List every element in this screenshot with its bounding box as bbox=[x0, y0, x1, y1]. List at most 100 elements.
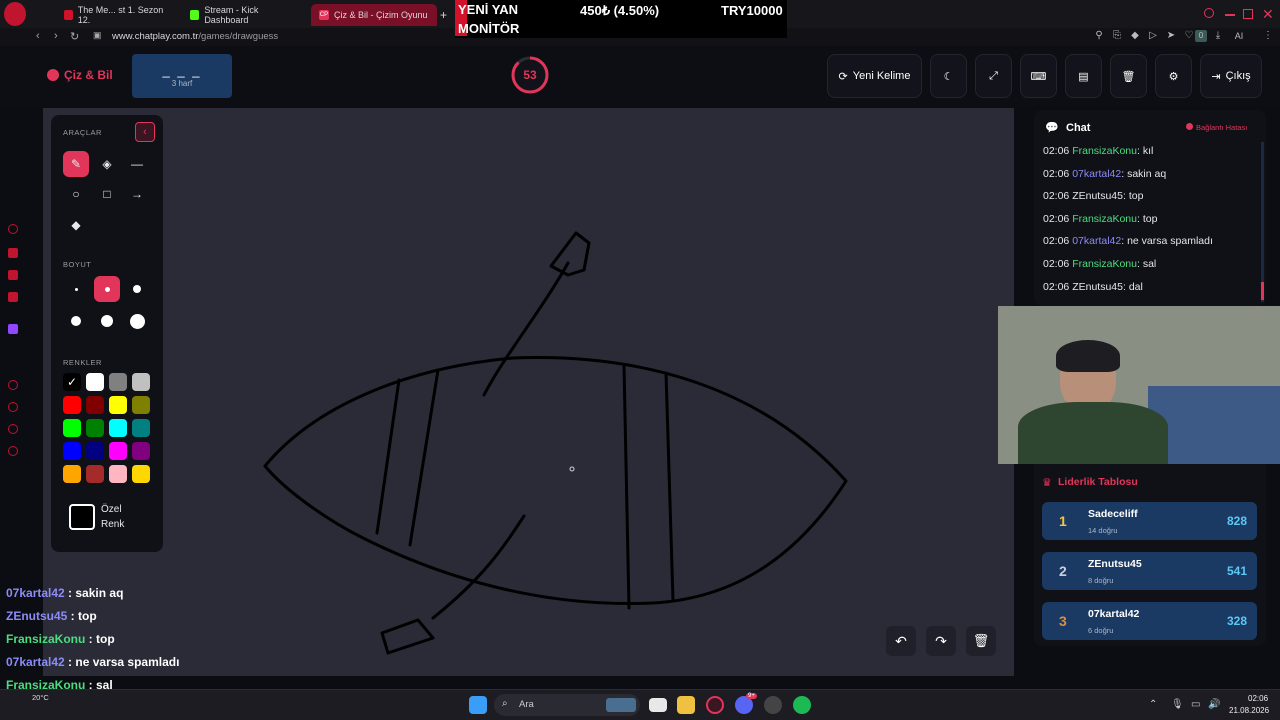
color-swatch[interactable] bbox=[132, 396, 150, 414]
color-swatch[interactable]: ✓ bbox=[63, 373, 81, 391]
size-1[interactable] bbox=[63, 276, 89, 302]
size-4[interactable] bbox=[63, 308, 89, 334]
sidebar-icon-3[interactable] bbox=[8, 270, 18, 280]
sidebar-icon-6[interactable] bbox=[8, 380, 18, 390]
search-tabs-icon[interactable] bbox=[1204, 8, 1214, 18]
clock-date[interactable]: 21.08.2026 bbox=[1229, 706, 1269, 715]
chat-username[interactable]: 07kartal42 bbox=[1072, 168, 1121, 180]
sidebar-icon-8[interactable] bbox=[8, 424, 18, 434]
ai-button[interactable]: AI bbox=[1228, 30, 1250, 42]
brush-tool[interactable]: ✎ bbox=[63, 151, 89, 177]
archive-button[interactable]: ▤ bbox=[1065, 54, 1102, 98]
color-swatch[interactable] bbox=[86, 373, 104, 391]
new-word-button[interactable]: ⟳ Yeni Kelime bbox=[827, 54, 922, 98]
twitch-icon[interactable] bbox=[8, 324, 18, 334]
chat-username[interactable]: FransizaKonu bbox=[1072, 213, 1137, 225]
fill-tool[interactable]: ◆ bbox=[63, 212, 89, 238]
screenshot-icon[interactable]: ⎘ bbox=[1111, 30, 1123, 42]
opera-icon[interactable] bbox=[706, 696, 724, 714]
color-swatch[interactable] bbox=[86, 396, 104, 414]
sidebar-icon-1[interactable] bbox=[8, 224, 18, 234]
color-swatch[interactable] bbox=[86, 419, 104, 437]
color-swatch[interactable] bbox=[63, 465, 81, 483]
reload-icon[interactable]: ↻ bbox=[70, 30, 79, 43]
heart-icon[interactable]: ♡ bbox=[1183, 30, 1195, 42]
taskbar-search[interactable]: ⌕ Ara bbox=[494, 694, 640, 716]
download-icon[interactable]: ⤓ bbox=[1212, 30, 1224, 42]
sidebar-icon-2[interactable] bbox=[8, 248, 18, 258]
chat-scroll-thumb[interactable] bbox=[1261, 282, 1264, 300]
tab-series[interactable]: The Me... st 1. Sezon 12. bbox=[56, 4, 174, 26]
network-icon[interactable]: ▭ bbox=[1191, 699, 1200, 710]
color-swatch[interactable] bbox=[63, 419, 81, 437]
color-swatch[interactable] bbox=[109, 442, 127, 460]
keyboard-button[interactable]: ⌨ bbox=[1020, 54, 1057, 98]
eraser-tool[interactable]: ◈ bbox=[94, 151, 120, 177]
play-icon[interactable]: ▷ bbox=[1147, 30, 1159, 42]
color-swatch[interactable] bbox=[86, 442, 104, 460]
obs-icon[interactable] bbox=[764, 696, 782, 714]
chat-username[interactable]: FransizaKonu bbox=[1072, 258, 1137, 270]
undo-button[interactable]: ↶ bbox=[886, 626, 916, 656]
color-swatch[interactable] bbox=[132, 465, 150, 483]
tab-kick-dashboard[interactable]: Stream - Kick Dashboard bbox=[182, 4, 306, 26]
settings-button[interactable]: ⚙ bbox=[1155, 54, 1192, 98]
extension-icon[interactable]: ⚲ bbox=[1093, 30, 1105, 42]
volume-icon[interactable]: 🔊 bbox=[1208, 699, 1220, 710]
menu-icon[interactable]: ⋮ bbox=[1262, 30, 1274, 42]
back-icon[interactable]: ‹ bbox=[36, 30, 40, 42]
color-swatch[interactable] bbox=[63, 442, 81, 460]
sidebar-icon-9[interactable] bbox=[8, 446, 18, 456]
microphone-icon[interactable]: 🎙 bbox=[1171, 699, 1184, 710]
new-tab-button[interactable]: + bbox=[437, 4, 453, 26]
forward-icon[interactable]: › bbox=[54, 30, 58, 42]
minimize-icon[interactable] bbox=[1225, 14, 1235, 16]
color-swatch[interactable] bbox=[86, 465, 104, 483]
fullscreen-button[interactable]: ⤢ bbox=[975, 54, 1012, 98]
sidebar-icon-4[interactable] bbox=[8, 292, 18, 302]
send-icon[interactable]: ➤ bbox=[1165, 30, 1177, 42]
line-tool[interactable]: — bbox=[124, 151, 150, 177]
size-3[interactable] bbox=[124, 276, 150, 302]
collapse-tools-button[interactable]: ‹ bbox=[135, 122, 155, 142]
circle-tool[interactable]: ○ bbox=[63, 181, 89, 207]
weather-widget[interactable]: 20°C bbox=[32, 693, 49, 702]
clock-time[interactable]: 02:06 bbox=[1248, 694, 1268, 703]
chat-username[interactable]: ZEnutsu45 bbox=[1072, 190, 1123, 202]
chat-username[interactable]: FransizaKonu bbox=[1072, 145, 1137, 157]
arrow-tool[interactable]: → bbox=[124, 181, 150, 207]
redo-button[interactable]: ↷ bbox=[926, 626, 956, 656]
color-swatch[interactable] bbox=[109, 419, 127, 437]
close-window-icon[interactable]: ✕ bbox=[1262, 6, 1274, 23]
maximize-icon[interactable] bbox=[1243, 9, 1253, 19]
color-swatch[interactable] bbox=[63, 396, 81, 414]
sidebar-icon-7[interactable] bbox=[8, 402, 18, 412]
tab-draw-game[interactable]: CP Çiz & Bil - Çizim Oyunu bbox=[311, 4, 437, 26]
dark-mode-button[interactable]: ☾ bbox=[930, 54, 967, 98]
chat-scrollbar[interactable] bbox=[1261, 142, 1264, 302]
clear-button[interactable]: 🗑 bbox=[1110, 54, 1147, 98]
spotify-icon[interactable] bbox=[793, 696, 811, 714]
chat-username[interactable]: ZEnutsu45 bbox=[1072, 281, 1123, 293]
windows-start-icon[interactable] bbox=[469, 696, 487, 714]
color-swatch[interactable] bbox=[109, 465, 127, 483]
chat-username[interactable]: 07kartal42 bbox=[1072, 235, 1121, 247]
clear-canvas-button[interactable]: 🗑 bbox=[966, 626, 996, 656]
color-swatch[interactable] bbox=[132, 373, 150, 391]
color-swatch[interactable] bbox=[132, 419, 150, 437]
exit-button[interactable]: ⇥ Çıkış bbox=[1200, 54, 1262, 98]
shield-icon[interactable]: ◆ bbox=[1129, 30, 1141, 42]
rectangle-tool[interactable]: □ bbox=[94, 181, 120, 207]
color-swatch[interactable] bbox=[109, 373, 127, 391]
color-swatch[interactable] bbox=[109, 396, 127, 414]
custom-color-button[interactable] bbox=[69, 504, 95, 530]
file-explorer-icon[interactable] bbox=[677, 696, 695, 714]
size-2[interactable] bbox=[94, 276, 120, 302]
size-6[interactable] bbox=[124, 308, 150, 334]
color-swatch[interactable] bbox=[132, 442, 150, 460]
extension-badge[interactable]: 0 bbox=[1195, 30, 1207, 42]
task-view-icon[interactable] bbox=[649, 698, 667, 712]
size-5[interactable] bbox=[94, 308, 120, 334]
tray-chevron-icon[interactable]: ⌃ bbox=[1149, 699, 1157, 710]
url-input[interactable]: www.chatplay.com.tr/games/drawguess bbox=[112, 31, 278, 42]
